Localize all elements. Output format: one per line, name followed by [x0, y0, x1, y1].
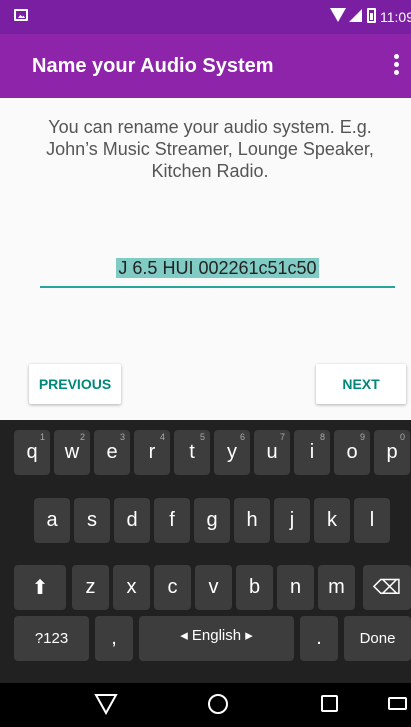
key-hint: 0 — [399, 432, 405, 442]
soft-keyboard: q1w2e3r4t5y6u7i8o9p0 asdfghjkl zxcvbnm ⬆… — [0, 420, 411, 683]
key-i[interactable]: i8 — [294, 430, 330, 475]
key-k[interactable]: k — [314, 498, 350, 543]
key-q[interactable]: q1 — [14, 430, 50, 475]
done-key[interactable]: Done — [344, 616, 411, 661]
key-hint: 7 — [279, 432, 285, 442]
key-t[interactable]: t5 — [174, 430, 210, 475]
navigation-bar — [0, 683, 411, 727]
key-label: e — [106, 441, 118, 463]
main-content: You can rename your audio system. E.g. J… — [0, 98, 411, 420]
key-p[interactable]: p0 — [374, 430, 410, 475]
space-key-label: ◂ English ▸ — [180, 627, 253, 644]
key-d[interactable]: d — [114, 498, 150, 543]
instructions-text: You can rename your audio system. E.g. J… — [46, 117, 374, 181]
symbols-key[interactable]: ?123 — [14, 616, 89, 661]
status-bar: 11:09 — [0, 0, 411, 34]
app-bar: Name your Audio System — [0, 34, 411, 98]
key-x[interactable]: x — [113, 565, 150, 610]
key-hint: 2 — [79, 432, 85, 442]
key-j[interactable]: j — [274, 498, 310, 543]
system-name-input[interactable]: J 6.5 HUI 002261c51c50 — [40, 258, 395, 288]
keyboard-switch-icon[interactable] — [388, 697, 407, 710]
key-w[interactable]: w2 — [54, 430, 90, 475]
shift-key[interactable]: ⬆ — [14, 565, 66, 610]
key-c[interactable]: c — [154, 565, 191, 610]
key-h[interactable]: h — [234, 498, 270, 543]
comma-key[interactable]: , — [95, 616, 133, 661]
image-notification-icon — [14, 9, 28, 21]
previous-button[interactable]: PREVIOUS — [29, 364, 121, 404]
battery-icon — [367, 8, 376, 23]
key-label: t — [189, 441, 195, 463]
key-e[interactable]: e3 — [94, 430, 130, 475]
next-button[interactable]: NEXT — [316, 364, 406, 404]
key-label: o — [346, 441, 358, 463]
recents-icon[interactable] — [321, 695, 338, 712]
back-icon[interactable] — [94, 693, 118, 715]
key-label: w — [64, 441, 80, 463]
key-u[interactable]: u7 — [254, 430, 290, 475]
key-hint: 3 — [119, 432, 125, 442]
key-hint: 6 — [239, 432, 245, 442]
key-z[interactable]: z — [72, 565, 109, 610]
key-o[interactable]: o9 — [334, 430, 370, 475]
key-label: p — [386, 441, 398, 463]
delete-key[interactable]: ⌫ — [363, 565, 411, 610]
key-hint: 8 — [319, 432, 325, 442]
key-f[interactable]: f — [154, 498, 190, 543]
status-time: 11:09 — [380, 9, 411, 25]
key-m[interactable]: m — [318, 565, 355, 610]
system-name-value: J 6.5 HUI 002261c51c50 — [116, 258, 319, 278]
key-label: y — [227, 441, 237, 463]
page-title: Name your Audio System — [32, 55, 274, 77]
key-a[interactable]: a — [34, 498, 70, 543]
key-r[interactable]: r4 — [134, 430, 170, 475]
key-hint: 4 — [159, 432, 165, 442]
key-l[interactable]: l — [354, 498, 390, 543]
key-n[interactable]: n — [277, 565, 314, 610]
space-key[interactable]: ◂ English ▸ — [139, 616, 294, 661]
key-hint: 5 — [199, 432, 205, 442]
key-g[interactable]: g — [194, 498, 230, 543]
key-hint: 1 — [39, 432, 45, 442]
key-label: i — [309, 441, 315, 463]
key-label: u — [266, 441, 278, 463]
wifi-icon — [330, 8, 346, 22]
key-y[interactable]: y6 — [214, 430, 250, 475]
key-label: r — [148, 441, 156, 463]
more-vert-icon[interactable] — [388, 54, 404, 80]
signal-icon — [349, 9, 362, 22]
key-s[interactable]: s — [74, 498, 110, 543]
key-label: q — [26, 441, 38, 463]
period-key[interactable]: . — [300, 616, 338, 661]
key-v[interactable]: v — [195, 565, 232, 610]
home-icon[interactable] — [208, 694, 228, 714]
key-b[interactable]: b — [236, 565, 273, 610]
key-hint: 9 — [359, 432, 365, 442]
